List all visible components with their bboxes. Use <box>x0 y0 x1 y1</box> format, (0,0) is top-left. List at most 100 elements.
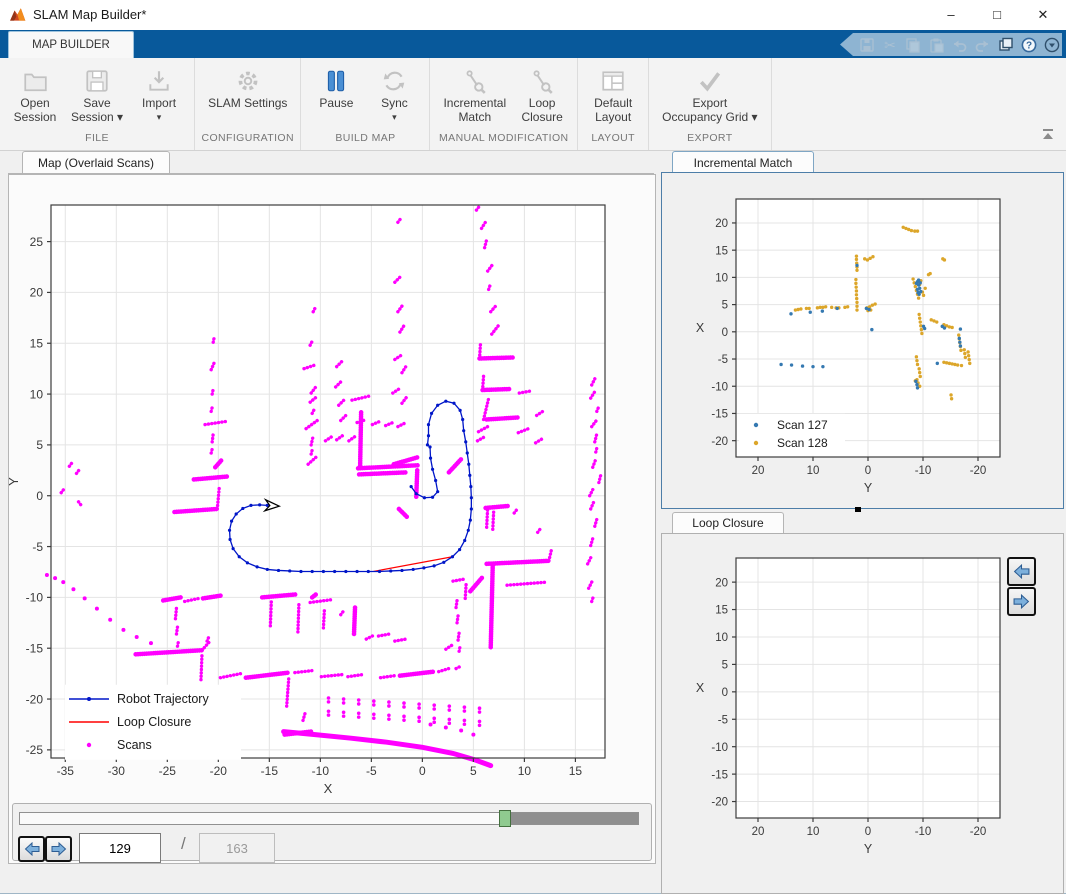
loop-closure-plot-canvas[interactable]: 20100-10-20-20-15-10-505101520YX <box>662 534 1061 891</box>
minimize-button[interactable]: – <box>928 0 974 30</box>
maximize-button[interactable]: □ <box>974 0 1020 30</box>
svg-text:-10: -10 <box>711 381 728 393</box>
save-session-button[interactable]: SaveSession ▾ <box>66 64 128 126</box>
ribbon-group-file: OpenSession SaveSession ▾ Import▾ FILE <box>0 58 195 150</box>
next-scan-button[interactable] <box>45 836 72 862</box>
svg-text:Robot Trajectory: Robot Trajectory <box>117 692 209 706</box>
slam-settings-button[interactable]: SLAM Settings <box>203 64 292 112</box>
svg-text:-10: -10 <box>915 826 932 838</box>
ribbon-section-label: FILE <box>0 132 194 150</box>
ribbon-button-label: LoopClosure <box>521 96 562 124</box>
ribbon-group-layout: DefaultLayoutLAYOUT <box>578 58 649 150</box>
svg-text:10: 10 <box>807 465 820 477</box>
svg-text:-30: -30 <box>108 764 126 778</box>
tab-loop-closure[interactable]: Loop Closure <box>672 512 784 534</box>
svg-text:-10: -10 <box>915 465 932 477</box>
svg-text:-5: -5 <box>718 714 728 726</box>
save-quick-access-button[interactable] <box>857 35 876 54</box>
paste-quick-access-button[interactable] <box>927 35 946 54</box>
scan-slider[interactable] <box>19 812 639 825</box>
sync-button[interactable]: Sync▾ <box>367 64 421 126</box>
ribbon-group-configuration: SLAM SettingsCONFIGURATION <box>195 58 301 150</box>
ribbon-button-label: Import▾ <box>142 96 176 124</box>
previous-loop-closure-button[interactable] <box>1007 557 1036 586</box>
collapse-ribbon-icon <box>1043 129 1053 131</box>
tab-incremental-match[interactable]: Incremental Match <box>672 151 814 174</box>
next-loop-closure-button[interactable] <box>1007 587 1036 616</box>
svg-text:-20: -20 <box>26 692 44 706</box>
tab-map-builder[interactable]: MAP BUILDER <box>8 31 134 59</box>
svg-text:-10: -10 <box>711 742 728 754</box>
scan-navigation-box: / <box>12 803 652 861</box>
pause-icon <box>323 66 349 96</box>
svg-text:20: 20 <box>715 577 728 589</box>
svg-text:-20: -20 <box>711 797 728 809</box>
cut-quick-access-button[interactable]: ✂ <box>880 35 899 54</box>
pause-button[interactable]: Pause <box>309 64 363 112</box>
scan-slider-thumb[interactable] <box>499 810 511 827</box>
arrow-right-icon <box>1013 594 1030 609</box>
svg-text:0: 0 <box>722 687 728 699</box>
svg-text:0: 0 <box>419 764 426 778</box>
undo-quick-access-button[interactable] <box>950 35 969 54</box>
previous-scan-button[interactable] <box>18 836 45 862</box>
quick-access-toolbar: ✂? <box>840 33 1062 56</box>
svg-text:20: 20 <box>752 826 765 838</box>
svg-text:0: 0 <box>865 826 871 838</box>
app-window: SLAM Map Builder* – □ ✕ MAP BUILDER ✂? O… <box>0 0 1066 893</box>
svg-text:10: 10 <box>30 387 44 401</box>
default-layout-button[interactable]: DefaultLayout <box>586 64 640 126</box>
loop-closure-button[interactable]: LoopClosure <box>515 64 569 126</box>
svg-text:-15: -15 <box>711 769 728 781</box>
matlab-logo-icon <box>9 6 27 24</box>
plot-legend: Scan 127 Scan 128 <box>739 414 845 456</box>
windows-quick-access-button[interactable] <box>996 35 1015 54</box>
close-button[interactable]: ✕ <box>1020 0 1066 30</box>
open-session-button[interactable]: OpenSession <box>8 64 62 126</box>
dropdown-quick-access-button[interactable] <box>1043 35 1062 54</box>
ribbon-group-build-map: Pause Sync▾ BUILD MAP <box>301 58 430 150</box>
incremental-match-plot-canvas[interactable]: 20100-10-20-20-15-10-505101520YXScan 127… <box>662 173 1061 506</box>
export-occupancy-grid-button[interactable]: ExportOccupancy Grid ▾ <box>657 64 762 126</box>
svg-text:-15: -15 <box>711 409 728 421</box>
svg-text:15: 15 <box>715 245 728 257</box>
current-scan-input[interactable] <box>79 833 161 863</box>
svg-text:-15: -15 <box>261 764 279 778</box>
import-button[interactable]: Import▾ <box>132 64 186 126</box>
svg-text:0: 0 <box>722 327 728 339</box>
layout-icon <box>600 66 626 96</box>
total-scans-field[interactable] <box>199 833 275 863</box>
svg-text:15: 15 <box>30 337 44 351</box>
ribbon-button-label: ExportOccupancy Grid ▾ <box>662 96 757 124</box>
svg-text:-25: -25 <box>159 764 177 778</box>
svg-text:5: 5 <box>36 438 43 452</box>
svg-text:Scan 127: Scan 127 <box>777 418 828 432</box>
gear-icon <box>235 66 261 96</box>
svg-text:5: 5 <box>722 660 728 672</box>
redo-quick-access-button[interactable] <box>973 35 992 54</box>
svg-text:15: 15 <box>715 605 728 617</box>
map-svg: -35-30-25-20-15-10-5051015-25-20-15-10-5… <box>8 175 654 802</box>
ribbon-button-label: OpenSession <box>14 96 57 124</box>
ribbon-button-label: Pause <box>319 96 353 110</box>
ribbon-button-label: Sync▾ <box>381 96 408 124</box>
incremental_match-svg: 20100-10-20-20-15-10-505101520YXScan 127… <box>662 173 1061 506</box>
collapse-ribbon-button[interactable] <box>1040 128 1056 142</box>
map-plot-canvas[interactable]: -35-30-25-20-15-10-5051015-25-20-15-10-5… <box>8 175 654 802</box>
svg-text:15: 15 <box>569 764 583 778</box>
svg-text:-5: -5 <box>32 540 43 554</box>
tab-map-overlaid-scans[interactable]: Map (Overlaid Scans) <box>22 151 170 175</box>
svg-text:Loop Closure: Loop Closure <box>117 715 191 729</box>
ribbon-section-label: BUILD MAP <box>301 132 429 150</box>
save-icon <box>84 66 110 96</box>
ribbon-toolstrip: OpenSessionSaveSession ▾Import▾FILESLAM … <box>0 58 1066 151</box>
svg-text:Scan 128: Scan 128 <box>777 436 828 450</box>
svg-text:0: 0 <box>865 465 871 477</box>
panel-splitter-grip[interactable] <box>855 507 861 512</box>
help-quick-access-button[interactable]: ? <box>1020 35 1039 54</box>
scan-count-separator: / <box>181 834 186 854</box>
svg-text:✂: ✂ <box>884 37 896 53</box>
svg-text:-10: -10 <box>312 764 330 778</box>
incremental-match-button[interactable]: IncrementalMatch <box>438 64 511 126</box>
copy-quick-access-button[interactable] <box>903 35 922 54</box>
